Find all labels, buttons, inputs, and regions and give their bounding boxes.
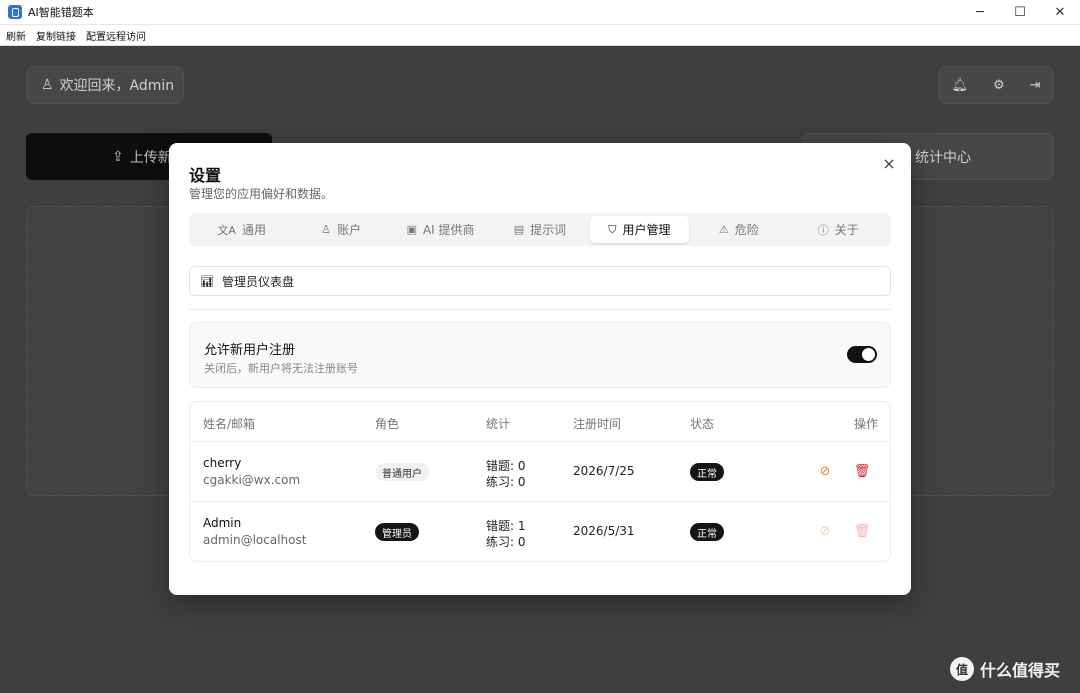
window-title: AI智能错题本 — [28, 6, 94, 19]
admin-dashboard-button[interactable]: 📊︎ 管理员仪表盘 — [189, 266, 891, 296]
tab-general[interactable]: 文A 通用 — [192, 216, 291, 243]
stat-practice: 练习: 0 — [486, 475, 526, 489]
trash-icon[interactable]: 🗑︎ — [853, 462, 871, 480]
role-badge: 普通用户 — [375, 463, 429, 481]
shield-icon: ⛉ — [608, 222, 617, 236]
tab-ai-provider[interactable]: ▣ AI 提供商 — [391, 216, 490, 243]
tab-prompts[interactable]: ▤ 提示词 — [490, 216, 589, 243]
watermark-text: 什么值得买 — [980, 661, 1061, 680]
user-email: cgakki@wx.com — [203, 473, 301, 487]
registration-setting: 允许新用户注册 关闭后，新用户将无法注册账号 — [189, 322, 891, 388]
bell-icon[interactable]: 🔔︎ — [951, 78, 968, 93]
tab-danger[interactable]: ⚠ 危险 — [689, 216, 788, 243]
settings-tabs: 文A 通用 ♙ 账户 ▣ AI 提供商 ▤ 提示词 ⛉ 用户管理 ⚠ 危险 ⓘ … — [189, 213, 891, 246]
header-registered: 注册时间 — [573, 417, 622, 431]
status-badge: 正常 — [690, 523, 724, 541]
trash-icon: 🗑︎ — [853, 523, 871, 539]
upload-icon: ⇪ — [112, 148, 124, 165]
stat-errors: 错题: 0 — [486, 459, 526, 473]
menu-remote-access[interactable]: 配置远程访问 — [86, 28, 146, 43]
welcome-text: 欢迎回来，Admin — [59, 78, 175, 94]
watermark-logo: 值 — [950, 657, 974, 681]
stat-errors: 错题: 1 — [486, 519, 526, 533]
app-icon — [8, 5, 22, 19]
maximize-button[interactable]: ☐ — [1000, 0, 1040, 25]
stat-practice: 练习: 0 — [486, 535, 526, 549]
registered-date: 2026/5/31 — [573, 524, 635, 538]
top-icons-card: 🔔︎ ⚙ ⇥ — [938, 66, 1054, 104]
menu-copy-link[interactable]: 复制链接 — [36, 28, 76, 43]
header-status: 状态 — [690, 417, 715, 431]
header-actions: 操作 — [854, 417, 879, 431]
registration-title: 允许新用户注册 — [204, 343, 296, 358]
tab-label: AI 提供商 — [422, 223, 475, 237]
info-icon: ⓘ — [817, 223, 829, 237]
warning-icon: ⚠ — [718, 223, 729, 236]
toggle-knob — [862, 348, 875, 361]
role-badge: 管理员 — [375, 523, 419, 541]
header-stats: 统计 — [486, 417, 511, 431]
menu-bar: 刷新 复制链接 配置远程访问 — [0, 25, 1080, 46]
message-icon: ▤ — [513, 223, 525, 236]
admin-dashboard-label: 管理员仪表盘 — [221, 274, 294, 289]
registration-description: 关闭后，新用户将无法注册账号 — [204, 362, 358, 375]
divider — [189, 309, 891, 310]
modal-subtitle: 管理您的应用偏好和数据。 — [189, 187, 334, 201]
user-name: Admin — [203, 516, 242, 530]
user-icon: ♙ — [321, 223, 332, 236]
menu-refresh[interactable]: 刷新 — [6, 28, 26, 43]
tab-label: 用户管理 — [622, 223, 671, 237]
header-role: 角色 — [375, 417, 400, 431]
tab-label: 账户 — [337, 223, 362, 237]
user-name: cherry — [203, 456, 242, 470]
upload-label: 上传新 — [129, 149, 172, 166]
ban-icon: ⊘ — [819, 523, 831, 539]
translate-icon: 文A — [217, 223, 236, 237]
window-titlebar: AI智能错题本 ─ ☐ ✕ — [0, 0, 1080, 25]
watermark: 值 什么值得买 — [950, 657, 1060, 681]
users-table: 姓名/邮箱 角色 统计 注册时间 状态 操作 cherry cgakki@wx.… — [189, 401, 891, 562]
registered-date: 2026/7/25 — [573, 464, 635, 478]
table-row: Admin admin@localhost 管理员 错题: 1 练习: 0 20… — [190, 502, 890, 562]
bar-chart-icon: 📊︎ — [200, 274, 214, 288]
close-icon[interactable]: × — [881, 156, 897, 172]
gear-icon[interactable]: ⚙ — [993, 78, 1005, 93]
stats-label: 统计中心 — [915, 149, 971, 166]
table-row: cherry cgakki@wx.com 普通用户 错题: 0 练习: 0 20… — [190, 442, 890, 502]
window-controls: ─ ☐ ✕ — [960, 0, 1080, 25]
status-badge: 正常 — [690, 463, 724, 481]
tab-user-management[interactable]: ⛉ 用户管理 — [589, 216, 690, 243]
user-email: admin@localhost — [203, 533, 307, 547]
logout-icon[interactable]: ⇥ — [1030, 78, 1041, 93]
tab-account[interactable]: ♙ 账户 — [291, 216, 390, 243]
welcome-card: ♙ 欢迎回来，Admin — [26, 66, 184, 104]
user-icon: ♙ — [41, 77, 54, 93]
tab-label: 通用 — [241, 223, 266, 237]
ban-icon[interactable]: ⊘ — [816, 462, 834, 480]
close-window-button[interactable]: ✕ — [1040, 0, 1080, 25]
bot-icon: ▣ — [406, 223, 417, 236]
settings-modal: 设置 管理您的应用偏好和数据。 × 文A 通用 ♙ 账户 ▣ AI 提供商 ▤ … — [169, 143, 911, 595]
modal-title: 设置 — [189, 166, 222, 185]
minimize-button[interactable]: ─ — [960, 0, 1000, 25]
tab-label: 提示词 — [530, 223, 567, 237]
tab-label: 危险 — [734, 223, 759, 237]
table-header: 姓名/邮箱 角色 统计 注册时间 状态 操作 — [190, 402, 890, 442]
header-name-email: 姓名/邮箱 — [203, 417, 256, 431]
tab-about[interactable]: ⓘ 关于 — [789, 216, 888, 243]
tab-label: 关于 — [834, 223, 859, 237]
registration-toggle[interactable] — [847, 346, 877, 363]
